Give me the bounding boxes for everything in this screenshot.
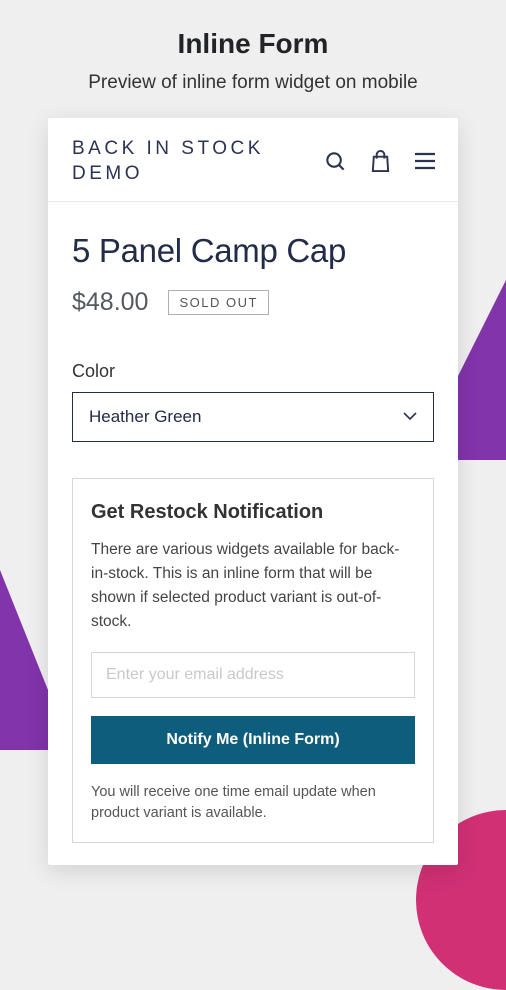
product-title: 5 Panel Camp Cap [72, 232, 434, 270]
store-header: BACK IN STOCK DEMO [48, 118, 458, 202]
color-label: Color [72, 361, 434, 382]
restock-title: Get Restock Notification [91, 501, 415, 524]
page-title: Inline Form [0, 0, 506, 60]
color-select[interactable]: Heather Green [72, 392, 434, 442]
product-price: $48.00 [72, 288, 148, 317]
search-icon[interactable] [324, 150, 347, 173]
menu-icon[interactable] [414, 152, 436, 170]
notify-button[interactable]: Notify Me (Inline Form) [91, 716, 415, 764]
cart-icon[interactable] [369, 149, 392, 174]
store-title: BACK IN STOCK DEMO [72, 136, 324, 187]
page-subtitle: Preview of inline form widget on mobile [0, 60, 506, 96]
restock-card: Get Restock Notification There are vario… [72, 478, 434, 843]
product-section: 5 Panel Camp Cap $48.00 SOLD OUT Color H… [48, 202, 458, 865]
restock-description: There are various widgets available for … [91, 538, 415, 634]
price-row: $48.00 SOLD OUT [72, 288, 434, 317]
sold-out-badge: SOLD OUT [168, 290, 268, 315]
chevron-down-icon [403, 408, 417, 426]
email-input[interactable] [91, 652, 415, 698]
mobile-preview: BACK IN STOCK DEMO 5 Panel Camp Cap $48 [48, 118, 458, 865]
restock-disclaimer: You will receive one time email update w… [91, 782, 415, 824]
header-icons [324, 149, 436, 174]
color-select-value: Heather Green [89, 407, 201, 427]
